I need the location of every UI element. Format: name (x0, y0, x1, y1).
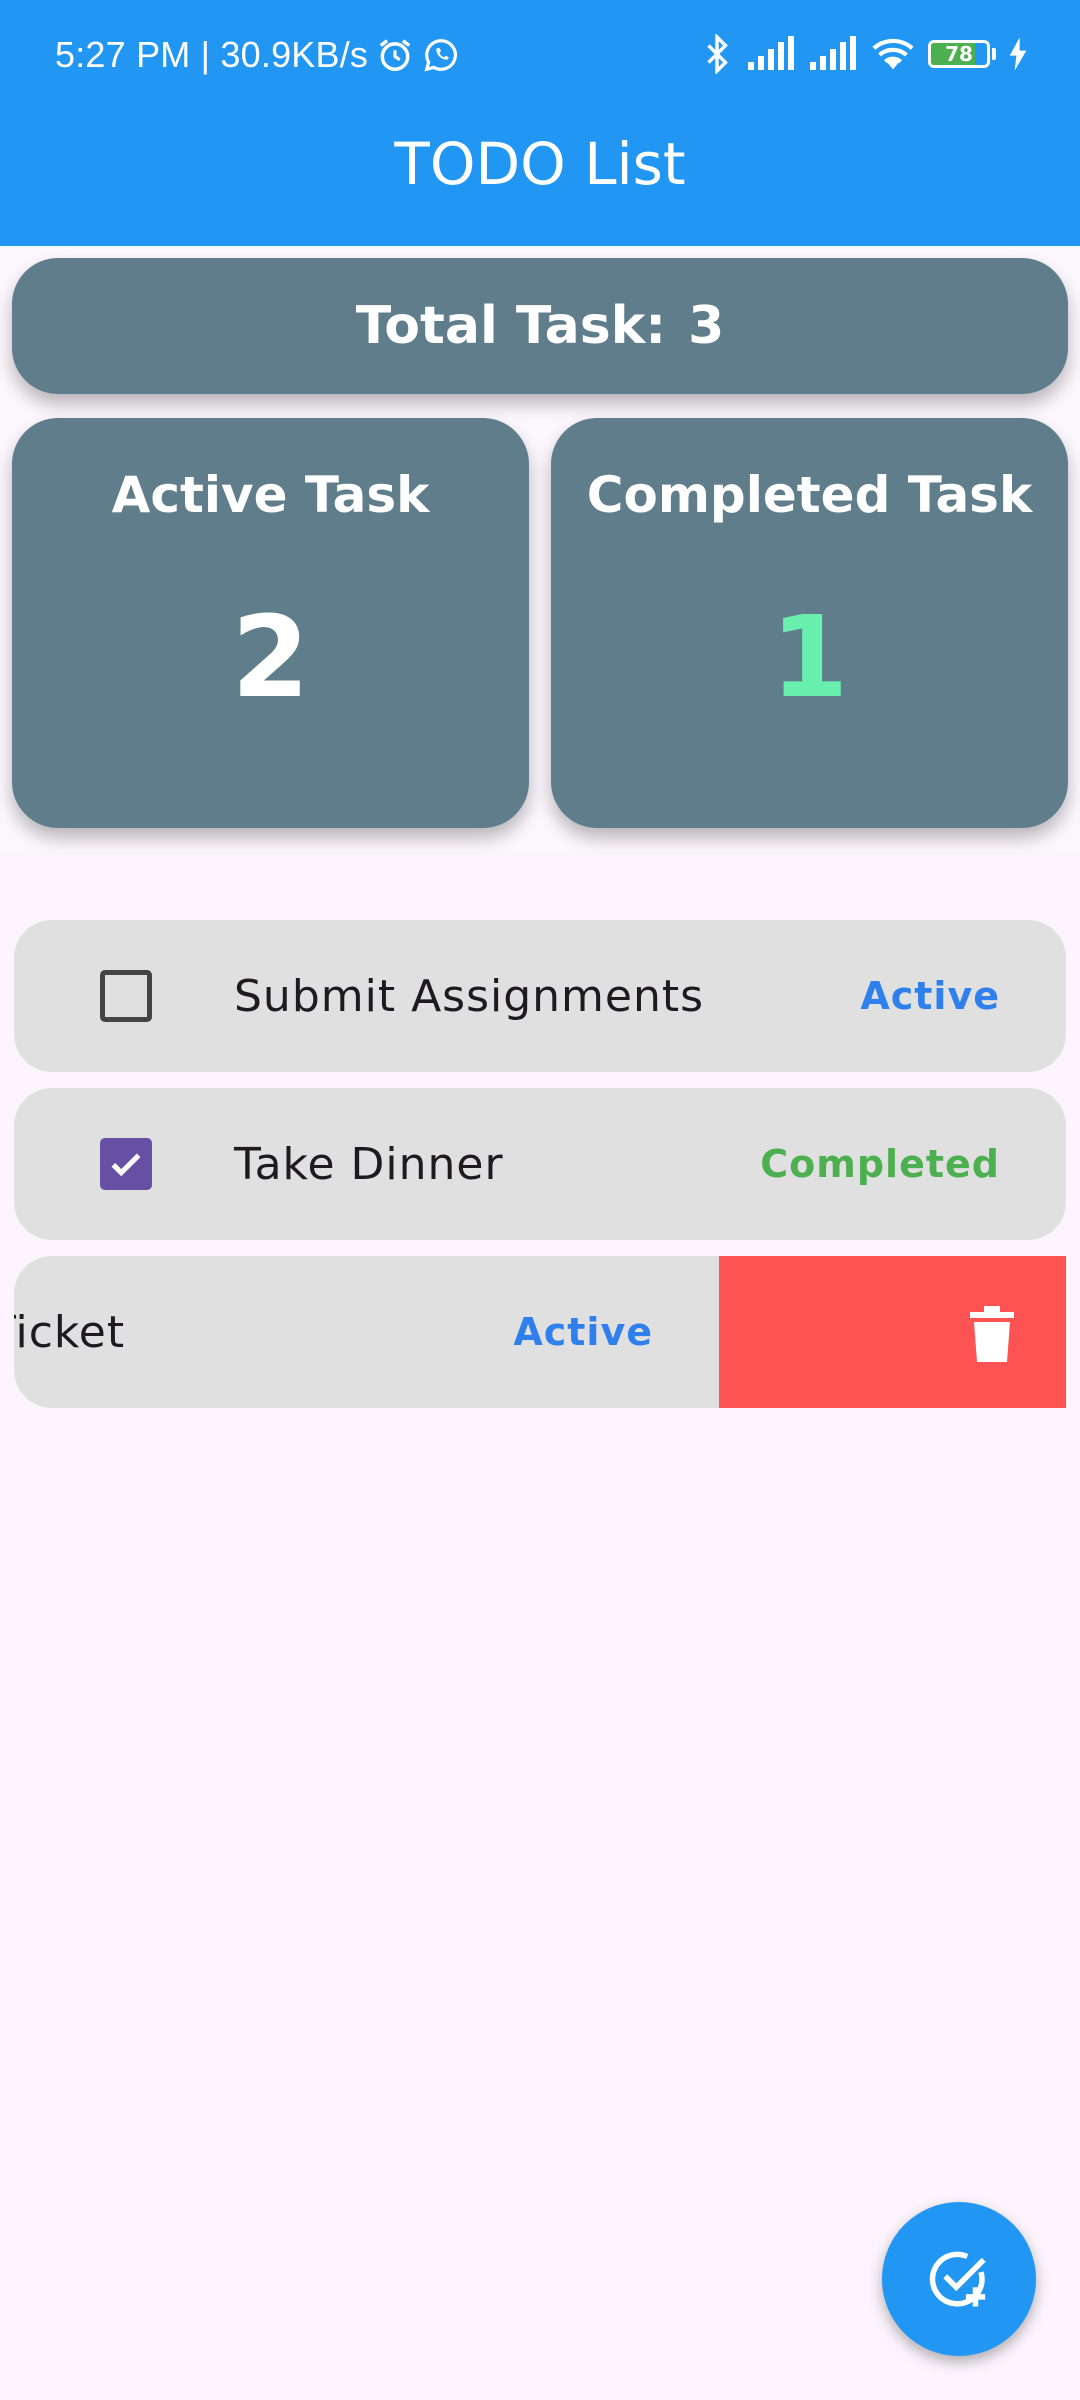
task-item-swiped[interactable]: ase Ticket Active (14, 1256, 1066, 1408)
charging-icon (1008, 37, 1028, 71)
status-left: 5:27 PM | 30.9KB/s (55, 34, 460, 76)
task-item-content[interactable]: ase Ticket Active (14, 1256, 719, 1408)
completed-task-label: Completed Task (586, 466, 1033, 524)
task-item[interactable]: Submit Assignments Active (14, 920, 1066, 1072)
app-bar: 5:27 PM | 30.9KB/s 78 TODO List (0, 0, 1080, 246)
status-right: 78 (700, 34, 1028, 74)
task-title: ase Ticket (14, 1306, 126, 1358)
completed-task-value: 1 (770, 593, 849, 723)
task-checkbox[interactable] (100, 970, 152, 1022)
total-task-label: Total Task: (355, 296, 667, 356)
status-bar: 5:27 PM | 30.9KB/s 78 (0, 0, 1080, 115)
active-task-label: Active Task (111, 466, 430, 524)
status-time-speed: 5:27 PM | 30.9KB/s (55, 34, 369, 75)
delete-background[interactable] (719, 1256, 1066, 1408)
task-item[interactable]: Take Dinner Completed (14, 1088, 1066, 1240)
signal-icon (808, 36, 858, 72)
summary-area: Total Task: 3 Active Task 2 Completed Ta… (0, 246, 1080, 852)
trash-icon[interactable] (970, 1306, 1014, 1362)
task-status: Active (860, 974, 1000, 1018)
total-task-value: 3 (688, 296, 725, 356)
add-task-icon (929, 2251, 986, 2307)
signal-icon (746, 36, 796, 72)
active-task-value: 2 (231, 593, 310, 723)
wifi-icon (870, 36, 916, 72)
completed-task-card: Completed Task 1 (551, 418, 1068, 828)
active-task-card: Active Task 2 (12, 418, 529, 828)
battery-cap (992, 48, 996, 60)
task-title: Submit Assignments (234, 970, 705, 1022)
app-title: TODO List (394, 130, 686, 198)
total-task-card: Total Task: 3 (12, 258, 1068, 394)
battery-level: 78 (945, 42, 973, 66)
check-icon (111, 1153, 141, 1177)
whatsapp-icon (422, 36, 460, 74)
task-status: Active (513, 1310, 653, 1354)
battery-icon: 78 (928, 40, 990, 68)
add-task-button[interactable] (882, 2202, 1036, 2356)
task-title: Take Dinner (234, 1138, 504, 1190)
bluetooth-icon (700, 34, 734, 74)
alarm-icon (376, 36, 414, 74)
task-checkbox[interactable] (100, 1138, 152, 1190)
task-status: Completed (760, 1142, 1000, 1186)
